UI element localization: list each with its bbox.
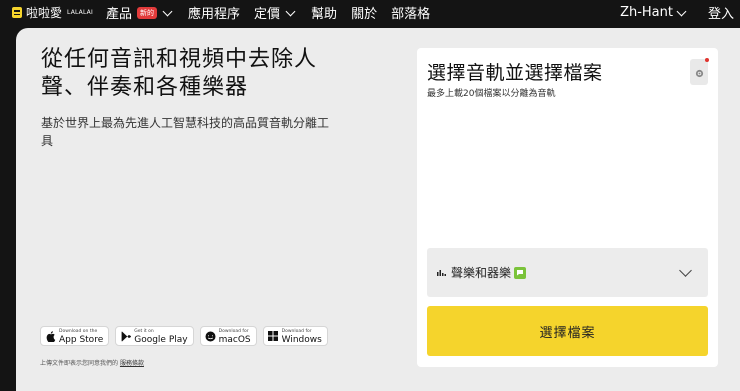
disclaimer-text: 上傳文件即表示您同意我們的 [40, 360, 119, 367]
notification-dot [705, 58, 709, 62]
logo-icon [12, 7, 22, 18]
store-buttons: Download on the App Store Get it on Goog… [40, 326, 328, 346]
right-nav: Zh-Hant 登入 [620, 3, 734, 22]
google-play-icon [120, 331, 131, 342]
nav-help[interactable]: 幫助 [311, 3, 337, 22]
terms-link[interactable]: 服務條款 [120, 360, 144, 367]
nav-products-label: 產品 [106, 7, 133, 22]
store-small-label: Get it on [134, 328, 154, 334]
windows-button[interactable]: Download for Windows [262, 326, 328, 346]
app-store-button[interactable]: Download on the App Store [40, 326, 110, 346]
settings-button[interactable] [690, 58, 709, 85]
brand-logo[interactable]: 啦啦愛 LALALAI [12, 4, 93, 21]
windows-icon [268, 331, 279, 342]
chevron-down-icon [162, 6, 173, 16]
nav-pricing-label: 定價 [254, 7, 281, 22]
brand-sup: LALALAI [67, 9, 93, 16]
top-navigation: 啦啦愛 LALALAI 產品 新的 應用程序 定價 幫助 關於 部落格 Zh-H… [0, 0, 740, 26]
store-name: Google Play [134, 334, 188, 345]
store-name: Windows [281, 334, 322, 345]
main-nav: 產品 新的 應用程序 定價 幫助 關於 部落格 [106, 3, 430, 22]
stem-type-select[interactable]: 聲樂和器樂 [427, 248, 708, 297]
chevron-down-icon [285, 6, 296, 16]
panel-subtitle: 最多上載20個檔案以分離為音軌 [427, 89, 556, 99]
nav-about[interactable]: 關於 [351, 3, 377, 22]
login-label: 登入 [707, 7, 734, 22]
chevron-down-icon [676, 6, 687, 16]
finder-icon [205, 331, 216, 342]
hero-headline: 從任何音訊和視頻中去除人聲、伴奏和各種樂器 [41, 47, 318, 100]
nav-products[interactable]: 產品 新的 [106, 3, 174, 22]
nav-pricing[interactable]: 定價 [254, 3, 297, 22]
hero-card: 從任何音訊和視頻中去除人聲、伴奏和各種樂器 基於世界上最為先進人工智慧科技的高品… [16, 28, 740, 391]
store-name: App Store [59, 334, 104, 345]
waveform-icon [437, 263, 449, 282]
nav-apps[interactable]: 應用程序 [188, 3, 240, 22]
chat-icon [514, 266, 527, 279]
nav-blog[interactable]: 部落格 [391, 3, 430, 22]
nav-apps-label: 應用程序 [188, 7, 241, 22]
google-play-button[interactable]: Get it on Google Play [115, 326, 194, 346]
panel-title: 選擇音軌並選擇檔案 [427, 62, 603, 84]
nav-about-label: 關於 [351, 7, 378, 22]
login-link[interactable]: 登入 [708, 3, 734, 22]
macos-button[interactable]: Download for macOS [199, 326, 257, 346]
new-badge: 新的 [137, 6, 158, 19]
chevron-down-icon [679, 264, 692, 277]
nav-blog-label: 部落格 [391, 7, 431, 22]
gear-icon [695, 63, 704, 82]
apple-icon [45, 330, 56, 342]
store-small-label: Download for [281, 328, 312, 334]
language-label: Zh-Hant [620, 5, 673, 20]
choose-file-button[interactable]: 選擇檔案 [427, 306, 708, 356]
terms-disclaimer: 上傳文件即表示您同意我們的 服務條款 [40, 358, 144, 367]
hero-subline: 基於世界上最為先進人工智慧科技的高品質音軌分離工具 [41, 116, 330, 148]
store-name: macOS [218, 334, 251, 345]
stem-type-value: 聲樂和器樂 [451, 266, 512, 280]
store-small-label: Download for [218, 328, 249, 334]
upload-panel: 選擇音軌並選擇檔案 最多上載20個檔案以分離為音軌 聲樂和器樂 選擇檔案 [417, 48, 718, 367]
brand-name: 啦啦愛 [26, 6, 63, 20]
language-selector[interactable]: Zh-Hant [620, 5, 688, 20]
store-small-label: Download on the [59, 328, 98, 334]
nav-help-label: 幫助 [311, 7, 338, 22]
